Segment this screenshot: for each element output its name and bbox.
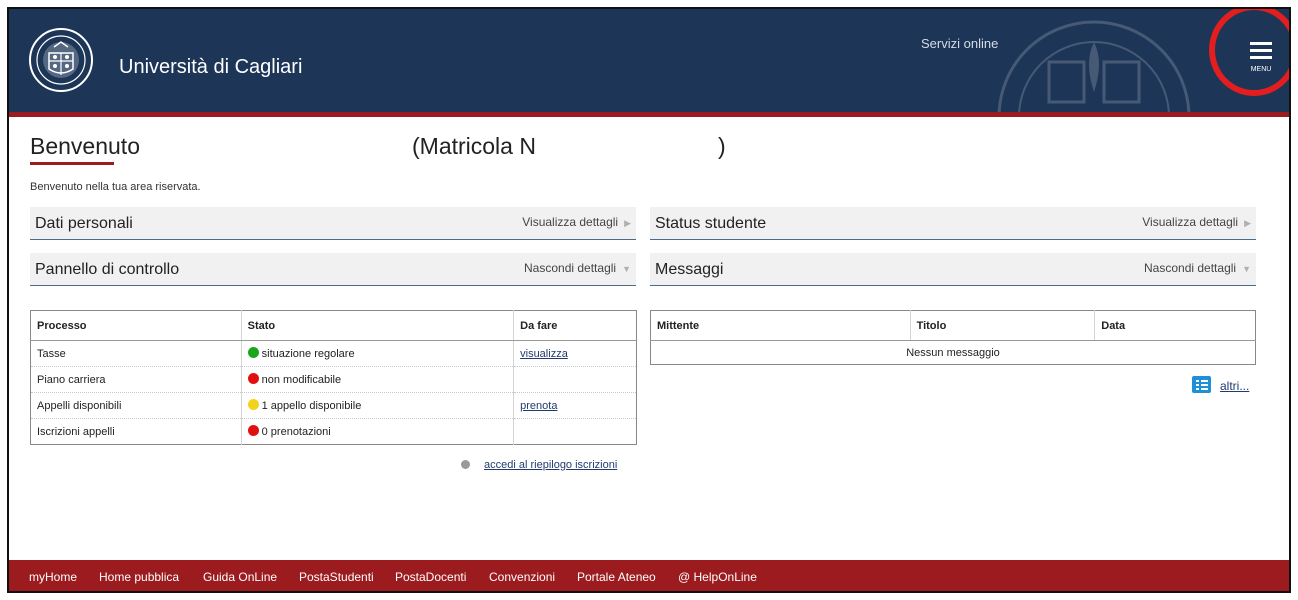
panel-status-studente: Status studente Visualizza dettagli ▶ xyxy=(650,207,1256,240)
footer-link-postadocenti[interactable]: PostaDocenti xyxy=(395,570,466,584)
footer-link-portale-ateneo[interactable]: Portale Ateneo xyxy=(577,570,656,584)
footer-link-home-pubblica[interactable]: Home pubblica xyxy=(99,570,179,584)
status-dot-icon xyxy=(247,425,259,436)
action-cell xyxy=(513,418,637,445)
footer-link-postastudenti[interactable]: PostaStudenti xyxy=(299,570,374,584)
highlight-circle xyxy=(1209,9,1289,96)
panel-pannello-controllo: Pannello di controllo Nascondi dettagli ▼ xyxy=(30,253,636,286)
panel-title: Messaggi xyxy=(655,261,724,278)
process-cell: Iscrizioni appelli xyxy=(30,418,242,445)
status-cell: 0 prenotazioni xyxy=(241,418,515,445)
header-accent-stripe xyxy=(9,112,1289,117)
process-cell: Tasse xyxy=(30,340,242,367)
status-cell: situazione regolare xyxy=(241,340,515,367)
action-cell: visualizza xyxy=(513,340,637,367)
triangle-down-icon: ▼ xyxy=(622,264,631,274)
action-cell: prenota xyxy=(513,392,637,419)
list-icon xyxy=(1192,376,1211,393)
services-label: Servizi online xyxy=(921,36,999,51)
matricola-close: ) xyxy=(718,133,726,159)
footer-link-convenzioni[interactable]: Convenzioni xyxy=(489,570,555,584)
column-header: Titolo xyxy=(910,310,1096,341)
header-bar: Università di Cagliari Servizi online ME… xyxy=(9,9,1289,112)
riepilogo-row: accedi al riepilogo iscrizioni xyxy=(461,459,617,471)
panel-dati-personali: Dati personali Visualizza dettagli ▶ xyxy=(30,207,636,240)
control-panel-table: Processo Stato Da fare Tasse situazione … xyxy=(30,310,637,445)
panel-messaggi: Messaggi Nascondi dettagli ▼ xyxy=(650,253,1256,286)
title-underline xyxy=(30,162,114,165)
status-cell: 1 appello disponibile xyxy=(241,392,515,419)
status-dot-icon xyxy=(247,399,259,410)
table-row: Iscrizioni appelli 0 prenotazioni xyxy=(30,418,637,445)
university-seal-logo[interactable] xyxy=(28,27,94,93)
status-dot-icon xyxy=(247,347,259,358)
table-header-row: Processo Stato Da fare xyxy=(30,310,637,341)
footer-link-guida-online[interactable]: Guida OnLine xyxy=(203,570,277,584)
prenota-link[interactable]: prenota xyxy=(520,400,557,412)
panel-title: Pannello di controllo xyxy=(35,261,180,278)
panel-title: Dati personali xyxy=(35,215,133,232)
toggle-details-link[interactable]: Visualizza dettagli ▶ xyxy=(1142,215,1251,229)
page-title: Benvenuto xyxy=(30,133,140,159)
seal-watermark xyxy=(997,20,1191,112)
toggle-details-link[interactable]: Nascondi dettagli ▼ xyxy=(1144,261,1251,275)
triangle-down-icon: ▼ xyxy=(1242,264,1251,274)
table-row: Nessun messaggio xyxy=(650,340,1256,365)
more-messages[interactable]: altri... xyxy=(1192,376,1249,393)
status-cell: non modificabile xyxy=(241,366,515,393)
process-cell: Appelli disponibili xyxy=(30,392,242,419)
process-cell: Piano carriera xyxy=(30,366,242,393)
status-dot-icon xyxy=(247,373,259,384)
empty-message: Nessun messaggio xyxy=(650,340,1256,365)
altri-link[interactable]: altri... xyxy=(1220,379,1249,393)
column-header: Stato xyxy=(241,310,515,341)
footer-bar: myHome Home pubblica Guida OnLine PostaS… xyxy=(9,560,1289,591)
column-header: Data xyxy=(1094,310,1256,341)
welcome-subtitle: Benvenuto nella tua area riservata. xyxy=(30,181,201,193)
footer-link-myhome[interactable]: myHome xyxy=(29,570,77,584)
university-name[interactable]: Università di Cagliari xyxy=(119,56,302,79)
triangle-right-icon: ▶ xyxy=(624,218,631,228)
page-frame: Università di Cagliari Servizi online ME… xyxy=(7,7,1291,593)
riepilogo-link[interactable]: accedi al riepilogo iscrizioni xyxy=(484,459,617,471)
table-row: Appelli disponibili 1 appello disponibil… xyxy=(30,392,637,419)
column-header: Mittente xyxy=(650,310,911,341)
toggle-details-link[interactable]: Nascondi dettagli ▼ xyxy=(524,261,631,275)
toggle-details-link[interactable]: Visualizza dettagli ▶ xyxy=(522,215,631,229)
action-cell xyxy=(513,366,637,393)
visualizza-link[interactable]: visualizza xyxy=(520,348,568,360)
table-header-row: Mittente Titolo Data xyxy=(650,310,1256,341)
column-header: Da fare xyxy=(513,310,637,341)
table-row: Tasse situazione regolare visualizza xyxy=(30,340,637,367)
triangle-right-icon: ▶ xyxy=(1244,218,1251,228)
matricola-label: (Matricola N xyxy=(412,133,536,159)
footer-link-helponline[interactable]: @ HelpOnLine xyxy=(678,570,757,584)
panel-title: Status studente xyxy=(655,215,767,232)
bullet-icon xyxy=(461,460,470,469)
column-header: Processo xyxy=(30,310,242,341)
messages-table: Mittente Titolo Data Nessun messaggio xyxy=(650,310,1256,365)
table-row: Piano carriera non modificabile xyxy=(30,366,637,393)
